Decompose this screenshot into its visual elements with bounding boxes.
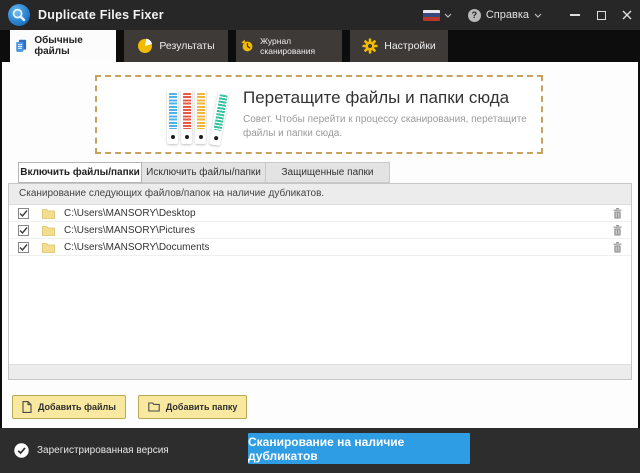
russian-flag-icon — [423, 10, 440, 21]
minimize-icon — [570, 14, 580, 16]
folder-outline-icon — [148, 402, 160, 412]
tab-label: Обычные файлы — [34, 35, 112, 57]
folder-path: C:\Users\MANSORY\Desktop — [64, 208, 196, 219]
dropzone-hint: Совет. Чтобы перейти к процессу сканиров… — [243, 113, 553, 141]
add-files-button[interactable]: Добавить файлы — [12, 395, 126, 419]
delete-icon[interactable] — [613, 225, 622, 236]
binders-icon — [167, 86, 223, 144]
add-folder-button[interactable]: Добавить папку — [138, 395, 247, 419]
app-title: Duplicate Files Fixer — [38, 8, 164, 22]
dropzone-title: Перетащите файлы и папки сюда — [243, 88, 553, 108]
list-tab-bar: Включить файлы/папки Исключить файлы/пап… — [18, 162, 390, 183]
registered-version: Зарегистрированная версия — [14, 443, 169, 458]
checkbox-checked[interactable] — [18, 225, 29, 236]
close-icon — [622, 10, 632, 20]
folder-icon — [42, 208, 55, 219]
check-circle-icon — [14, 443, 29, 458]
chevron-down-icon — [534, 13, 542, 18]
tab-scan-history[interactable]: Журнал сканирования — [236, 30, 342, 62]
checkbox-checked[interactable] — [18, 242, 29, 253]
footer-bar: Зарегистрированная версия Сканирование н… — [0, 428, 640, 473]
delete-icon[interactable] — [613, 208, 622, 219]
question-mark-icon: ? — [468, 9, 481, 22]
subtab-exclude[interactable]: Исключить файлы/папки — [142, 162, 266, 183]
scan-list-panel: Сканирование следующих файлов/папок на н… — [8, 183, 632, 380]
folder-icon — [42, 225, 55, 236]
main-tab-bar: Обычные файлы Результаты Журнал сканиров… — [0, 30, 640, 62]
registered-version-label: Зарегистрированная версия — [37, 445, 169, 456]
add-folder-label: Добавить папку — [166, 402, 237, 412]
subtab-include[interactable]: Включить файлы/папки — [18, 162, 142, 183]
maximize-button[interactable] — [588, 0, 614, 30]
maximize-icon — [597, 11, 606, 20]
scan-list-row[interactable]: C:\Users\MANSORY\Pictures — [9, 222, 631, 239]
folder-icon — [42, 242, 55, 253]
language-selector[interactable] — [423, 10, 452, 21]
add-buttons-row: Добавить файлы Добавить папку — [12, 395, 247, 419]
close-button[interactable] — [614, 0, 640, 30]
drag-drop-zone[interactable]: Перетащите файлы и папки сюда Совет. Что… — [95, 75, 543, 154]
tab-settings[interactable]: Настройки — [350, 30, 448, 62]
scan-list-header: Сканирование следующих файлов/папок на н… — [9, 184, 631, 205]
file-icon — [22, 401, 32, 413]
scan-for-duplicates-button[interactable]: Сканирование на наличие дубликатов — [248, 433, 470, 464]
help-label: Справка — [486, 9, 529, 21]
panel-footer-strip — [9, 364, 631, 379]
chevron-down-icon — [444, 13, 452, 18]
help-menu[interactable]: ? Справка — [468, 9, 542, 22]
folder-path: C:\Users\MANSORY\Documents — [64, 242, 209, 253]
subtab-protected[interactable]: Защищенные папки — [266, 162, 390, 183]
minimize-button[interactable] — [562, 0, 588, 30]
folder-path: C:\Users\MANSORY\Pictures — [64, 225, 195, 236]
scan-list-row[interactable]: C:\Users\MANSORY\Documents — [9, 239, 631, 256]
delete-icon[interactable] — [613, 242, 622, 253]
tab-label: Настройки — [384, 40, 436, 52]
add-files-label: Добавить файлы — [38, 402, 116, 412]
scan-list-row[interactable]: C:\Users\MANSORY\Desktop — [9, 205, 631, 222]
documents-icon — [14, 38, 28, 54]
pie-chart-icon — [137, 38, 153, 54]
checkbox-checked[interactable] — [18, 208, 29, 219]
tab-results[interactable]: Результаты — [124, 30, 228, 62]
app-window: Duplicate Files Fixer ? Справка — [0, 0, 640, 473]
gear-icon — [362, 38, 378, 54]
tab-label: Результаты — [159, 40, 214, 52]
tab-regular-files[interactable]: Обычные файлы — [10, 30, 116, 62]
app-logo-icon — [8, 4, 30, 26]
scan-history-icon — [240, 38, 254, 54]
title-bar: Duplicate Files Fixer ? Справка — [0, 0, 640, 30]
main-content: Перетащите файлы и папки сюда Совет. Что… — [2, 62, 638, 428]
tab-label: Журнал сканирования — [260, 36, 338, 56]
